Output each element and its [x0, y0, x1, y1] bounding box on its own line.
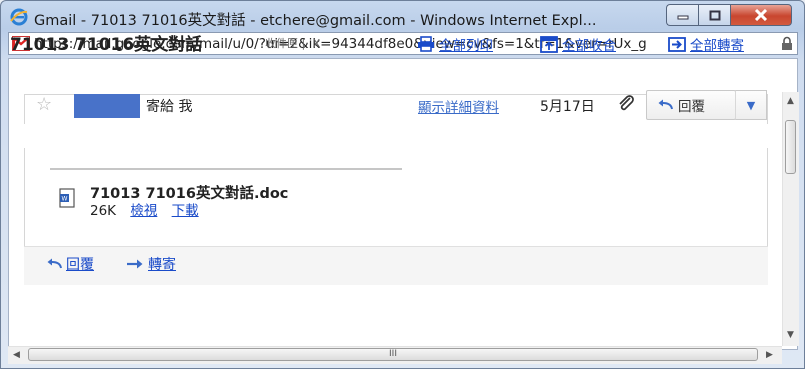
close-icon — [754, 9, 768, 21]
minimize-icon — [677, 15, 688, 20]
scroll-left-arrow-icon[interactable]: ◀ — [13, 350, 20, 360]
minimize-button[interactable] — [666, 4, 698, 26]
collapse-icon — [540, 35, 558, 53]
printer-icon — [418, 36, 434, 52]
view-attachment-link[interactable]: 檢視 — [130, 203, 157, 219]
label-name: 收件匣 — [265, 37, 298, 50]
window-title: Gmail - 71013 71016英文對話 - etchere@gmail.… — [34, 13, 597, 29]
svg-text:W: W — [62, 196, 68, 203]
footer-forward-link[interactable]: 轉寄 — [126, 254, 176, 274]
label-remove[interactable]: | X — [302, 37, 321, 50]
horizontal-scroll-thumb[interactable]: III — [28, 348, 758, 361]
reply-button[interactable]: 回覆 — [646, 90, 736, 120]
vertical-scroll-thumb[interactable] — [785, 120, 796, 174]
reply-arrow-icon — [658, 99, 673, 110]
thread-subject: 71013 71016英文對話 — [10, 35, 203, 55]
show-details-link[interactable]: 顯示詳細資料 — [418, 96, 499, 116]
scroll-up-arrow-icon[interactable]: ▲ — [787, 96, 794, 106]
attachment-size: 26K — [90, 203, 117, 219]
message-date: 5月17日 — [540, 99, 595, 115]
attachment-meta: 26K 檢視 下載 — [90, 199, 199, 219]
more-actions-dropdown[interactable]: ▼ — [735, 90, 767, 120]
recipient-text: 寄給 我 — [146, 99, 193, 115]
sender-name-redacted — [74, 94, 140, 118]
maximize-icon — [709, 10, 720, 20]
attachment-divider — [50, 168, 402, 170]
inbox-label-chip[interactable]: 收件匣 | X — [265, 35, 320, 51]
reply-arrow-icon — [47, 258, 62, 269]
paperclip-icon — [619, 95, 634, 111]
word-document-icon: W — [59, 188, 75, 208]
download-attachment-link[interactable]: 下載 — [172, 203, 199, 219]
internet-explorer-icon — [10, 8, 28, 26]
close-button[interactable] — [730, 4, 792, 26]
collapse-all-link[interactable]: 全部收合 — [540, 34, 616, 54]
scroll-down-arrow-icon[interactable]: ▼ — [787, 330, 794, 340]
print-all-link[interactable]: 全部列印 — [417, 34, 493, 54]
forward-box-icon — [668, 36, 686, 52]
lock-icon[interactable] — [781, 36, 793, 51]
forward-all-link[interactable]: 全部轉寄 — [668, 34, 744, 54]
forward-arrow-icon — [127, 259, 143, 269]
star-icon[interactable]: ☆ — [36, 94, 52, 115]
maximize-button[interactable] — [698, 4, 730, 26]
footer-reply-link[interactable]: 回覆 — [46, 254, 94, 274]
scroll-right-arrow-icon[interactable]: ▶ — [766, 350, 773, 360]
